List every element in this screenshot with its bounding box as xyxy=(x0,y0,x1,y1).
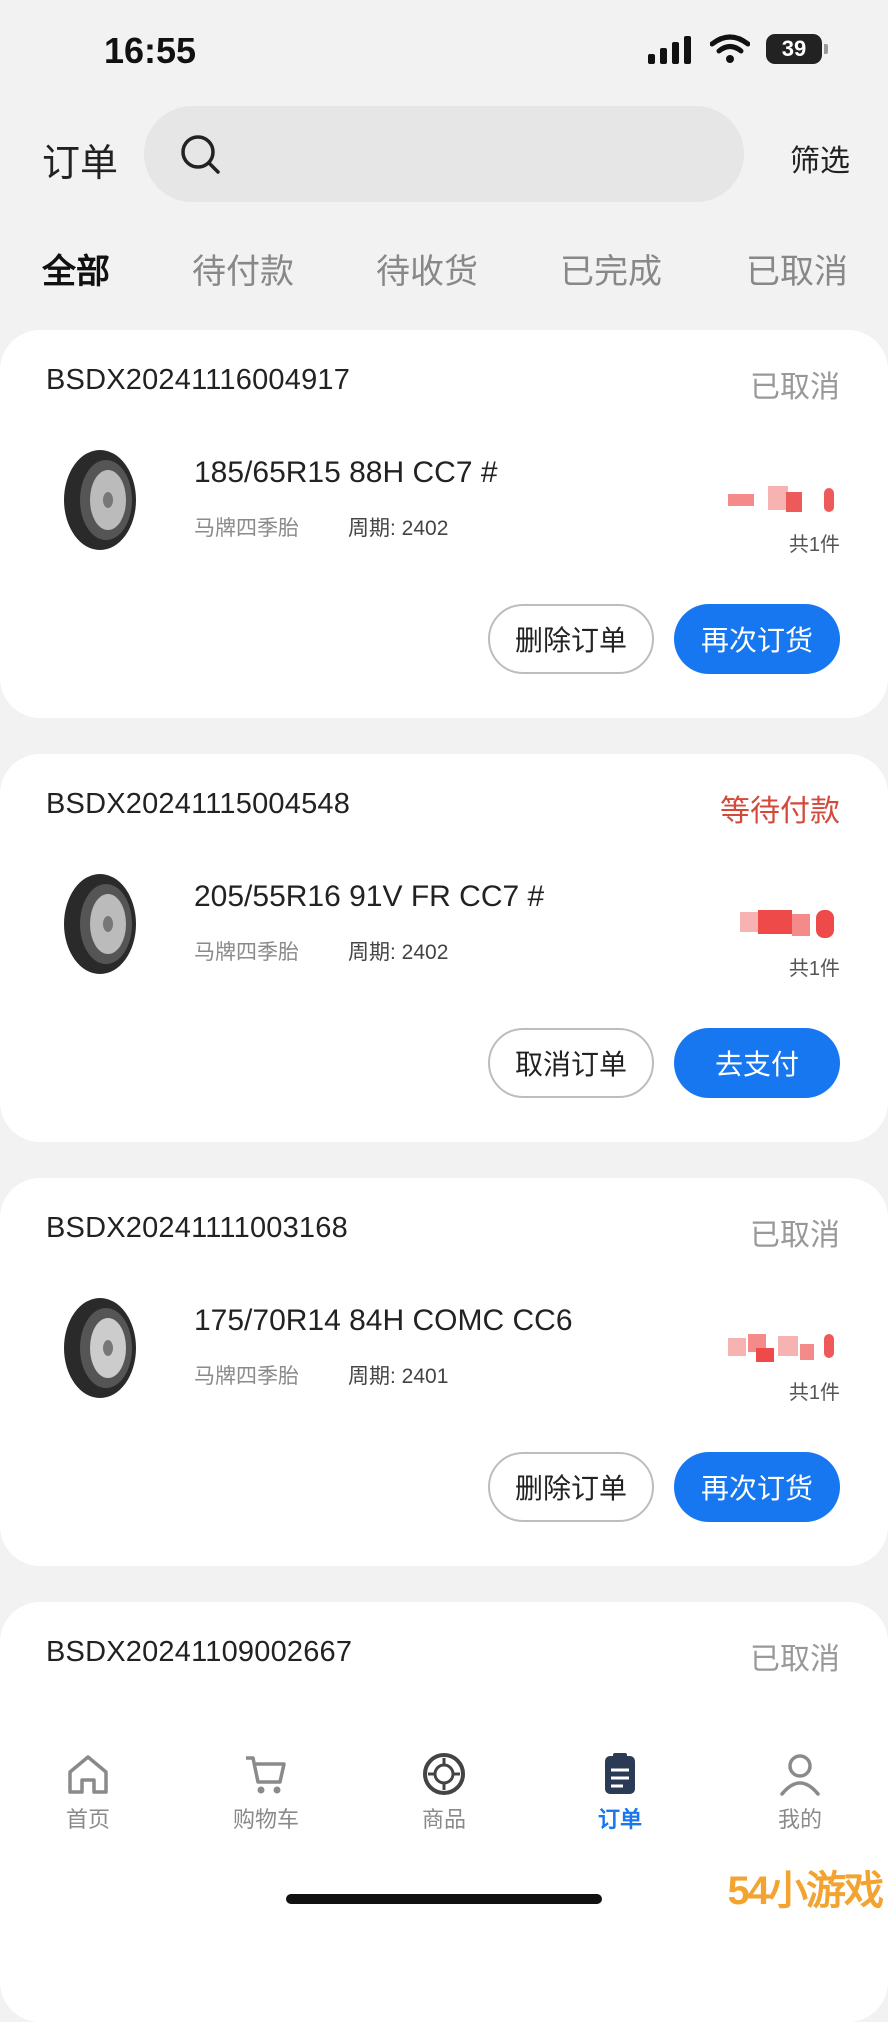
price-blurred xyxy=(728,1334,834,1362)
search-icon xyxy=(181,135,220,174)
nav-profile[interactable]: 我的 xyxy=(740,1750,860,1834)
nav-label: 订单 xyxy=(597,1807,642,1832)
product-cycle: 周期: 2402 xyxy=(348,517,449,540)
reorder-button[interactable]: 再次订货 xyxy=(674,1452,840,1522)
nav-products[interactable]: 商品 xyxy=(384,1750,504,1834)
tab-cancelled[interactable]: 已取消 xyxy=(746,244,848,293)
home-indicator xyxy=(286,1894,602,1904)
status-icons: 39 xyxy=(648,34,828,64)
order-card[interactable]: BSDX20241115004548 等待付款 205/55R16 91V FR… xyxy=(0,754,888,1142)
order-status: 已取消 xyxy=(750,371,840,404)
tire-image xyxy=(64,874,136,974)
wifi-icon xyxy=(710,34,750,63)
tab-pending-receipt[interactable]: 待收货 xyxy=(376,244,478,293)
order-number: BSDX20241111003168 xyxy=(46,1212,348,1244)
product-name: 205/55R16 91V FR CC7 # xyxy=(194,880,545,913)
signal-icon xyxy=(648,36,691,64)
cart-icon xyxy=(246,1756,286,1794)
reorder-button[interactable]: 再次订货 xyxy=(674,604,840,674)
tab-completed[interactable]: 已完成 xyxy=(560,244,662,293)
status-bar: 16:55 39 xyxy=(0,0,888,100)
product-cycle: 周期: 2401 xyxy=(348,1365,449,1388)
order-card[interactable]: BSDX20241116004917 已取消 185/65R15 88H CC7… xyxy=(0,330,888,718)
order-status: 等待付款 xyxy=(720,795,840,828)
home-icon xyxy=(68,1755,108,1794)
order-number: BSDX20241115004548 xyxy=(46,788,351,820)
order-number: BSDX20241109002667 xyxy=(46,1636,353,1668)
battery-icon: 39 xyxy=(766,34,828,64)
watermark: 54小游戏 xyxy=(727,1869,884,1913)
order-card[interactable]: BSDX20241111003168 已取消 175/70R14 84H COM… xyxy=(0,1178,888,1566)
product-name: 185/65R15 88H CC7 # xyxy=(194,456,498,489)
tire-image xyxy=(64,450,136,550)
order-number: BSDX20241116004917 xyxy=(46,364,351,396)
search-input[interactable] xyxy=(144,106,744,202)
header: 订单 筛选 xyxy=(0,104,888,202)
nav-label: 商品 xyxy=(421,1807,466,1832)
filter-button[interactable]: 筛选 xyxy=(790,136,850,180)
pay-button[interactable]: 去支付 xyxy=(674,1028,840,1098)
order-status: 已取消 xyxy=(750,1219,840,1252)
nav-label: 购物车 xyxy=(232,1807,299,1832)
item-count: 共1件 xyxy=(788,958,840,980)
nav-orders[interactable]: 订单 xyxy=(560,1750,680,1834)
tab-pending-payment[interactable]: 待付款 xyxy=(192,244,294,293)
price-blurred xyxy=(728,486,834,512)
tab-all[interactable]: 全部 xyxy=(42,244,110,293)
delete-order-button[interactable]: 删除订单 xyxy=(488,1452,654,1522)
nav-label: 我的 xyxy=(777,1807,822,1832)
tire-icon xyxy=(423,1753,465,1795)
profile-icon xyxy=(780,1754,820,1796)
order-icon xyxy=(605,1753,635,1794)
price-blurred xyxy=(740,910,834,938)
product-brand: 马牌四季胎 xyxy=(194,517,299,540)
order-tabs: 全部 待付款 待收货 已完成 已取消 xyxy=(0,240,888,300)
nav-label: 首页 xyxy=(65,1807,110,1832)
product-cycle: 周期: 2402 xyxy=(348,941,449,964)
order-status: 已取消 xyxy=(750,1643,840,1676)
status-time: 16:55 xyxy=(104,30,197,71)
product-brand: 马牌四季胎 xyxy=(194,1365,299,1388)
nav-home[interactable]: 首页 xyxy=(28,1750,148,1834)
cancel-order-button[interactable]: 取消订单 xyxy=(488,1028,654,1098)
tire-image xyxy=(64,1298,136,1398)
page-title: 订单 xyxy=(42,143,119,185)
item-count: 共1件 xyxy=(788,1382,840,1404)
delete-order-button[interactable]: 删除订单 xyxy=(488,604,654,674)
item-count: 共1件 xyxy=(788,534,840,556)
product-name: 175/70R14 84H COMC CC6 xyxy=(194,1304,573,1337)
product-brand: 马牌四季胎 xyxy=(194,941,299,964)
nav-cart[interactable]: 购物车 xyxy=(206,1750,326,1834)
